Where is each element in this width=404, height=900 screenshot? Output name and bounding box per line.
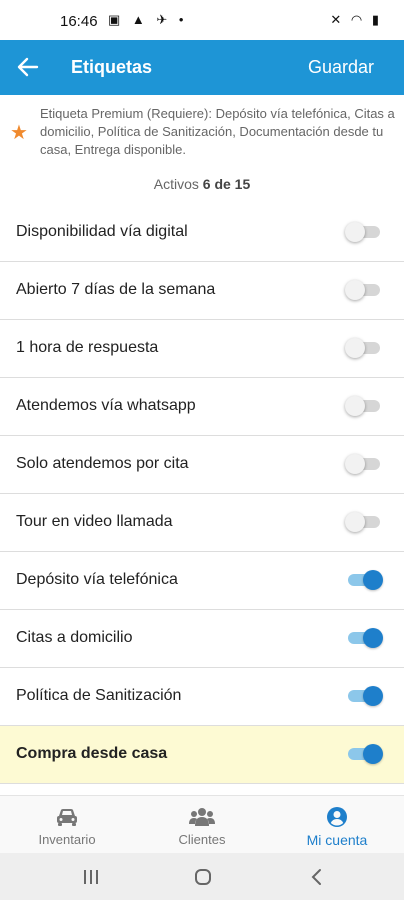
tag-row[interactable]: Depósito vía telefónica [0,552,404,610]
users-icon [189,808,215,826]
toggle-knob [345,396,365,416]
tag-row[interactable]: Compra desde casa [0,726,404,784]
tag-toggle[interactable] [345,338,380,358]
nav-label: Mi cuenta [306,832,368,848]
bottom-nav: Inventario Clientes Mi cuenta [0,795,404,854]
toggle-knob [363,686,383,706]
home-button[interactable] [188,865,218,889]
tag-toggle[interactable] [348,686,383,706]
tag-row[interactable]: Atendemos vía whatsapp [0,378,404,436]
tag-row[interactable]: 1 hora de respuesta [0,320,404,378]
system-back-button[interactable] [302,865,332,889]
tag-label: Tour en video llamada [16,513,173,530]
premium-note: ★ Etiqueta Premium (Requiere): Depósito … [0,95,404,165]
tag-label: 1 hora de respuesta [16,339,159,356]
system-status-icons: ✕ ◠ ▮ [330,12,382,27]
home-icon [195,869,211,885]
toggle-knob [345,280,365,300]
save-button[interactable]: Guardar [308,57,374,78]
tag-row[interactable]: Citas a domicilio [0,610,404,668]
tag-label: Depósito vía telefónica [16,571,178,588]
toggle-knob [345,512,365,532]
tag-toggle[interactable] [345,454,380,474]
system-navigation-bar [0,853,404,900]
nav-inventario[interactable]: Inventario [0,796,134,854]
tag-toggle[interactable] [348,744,383,764]
tag-label: Atendemos vía whatsapp [16,397,196,414]
car-icon [57,809,77,826]
tag-toggle[interactable] [345,396,380,416]
tag-label: Solo atendemos por cita [16,455,189,472]
nav-label: Inventario [38,832,96,847]
app-bar: Etiquetas Guardar [0,40,404,95]
toggle-knob [363,570,383,590]
tag-row[interactable]: Tour en video llamada [0,494,404,552]
nav-label: Clientes [178,832,226,847]
star-icon: ★ [10,122,28,144]
tag-row[interactable]: Abierto 7 días de la semana [0,262,404,320]
tag-toggle[interactable] [345,280,380,300]
toggle-knob [345,454,365,474]
status-time: 16:46 [60,13,98,30]
nav-clientes[interactable]: Clientes [135,796,269,854]
nav-mi-cuenta[interactable]: Mi cuenta [270,796,404,854]
toggle-knob [363,628,383,648]
back-button[interactable] [12,51,44,83]
notification-icons: ▣ ▲ ✈ • [108,12,188,27]
toggle-knob [363,744,383,764]
tag-toggle[interactable] [345,222,380,242]
arrow-left-icon [17,57,39,77]
active-count-label: Activos [153,176,199,192]
tag-row[interactable]: Disponibilidad vía digital [0,204,404,262]
tag-label: Citas a domicilio [16,629,133,646]
tag-row[interactable]: Solo atendemos por cita [0,436,404,494]
tag-label: Abierto 7 días de la semana [16,281,216,298]
chevron-left-icon [311,869,321,885]
tag-label: Compra desde casa [16,745,168,762]
recents-button[interactable] [76,865,106,889]
account-icon [327,807,347,827]
tag-toggle[interactable] [348,628,383,648]
tag-label: Política de Sanitización [16,687,182,704]
tag-list: Disponibilidad vía digital Abierto 7 días… [0,204,404,784]
premium-text: Etiqueta Premium (Requiere): Depósito ví… [40,106,395,157]
active-count-value: 6 de 15 [202,176,251,192]
toggle-knob [345,338,365,358]
tag-toggle[interactable] [345,512,380,532]
recents-icon [84,870,98,884]
status-bar: 16:46 ▣ ▲ ✈ • ✕ ◠ ▮ [0,0,404,40]
tag-label: Disponibilidad vía digital [16,223,188,240]
toggle-knob [345,222,365,242]
page-title: Etiquetas [71,57,153,77]
active-count: Activos 6 de 15 [0,176,404,192]
tag-row[interactable]: Política de Sanitización [0,668,404,726]
tag-toggle[interactable] [348,570,383,590]
